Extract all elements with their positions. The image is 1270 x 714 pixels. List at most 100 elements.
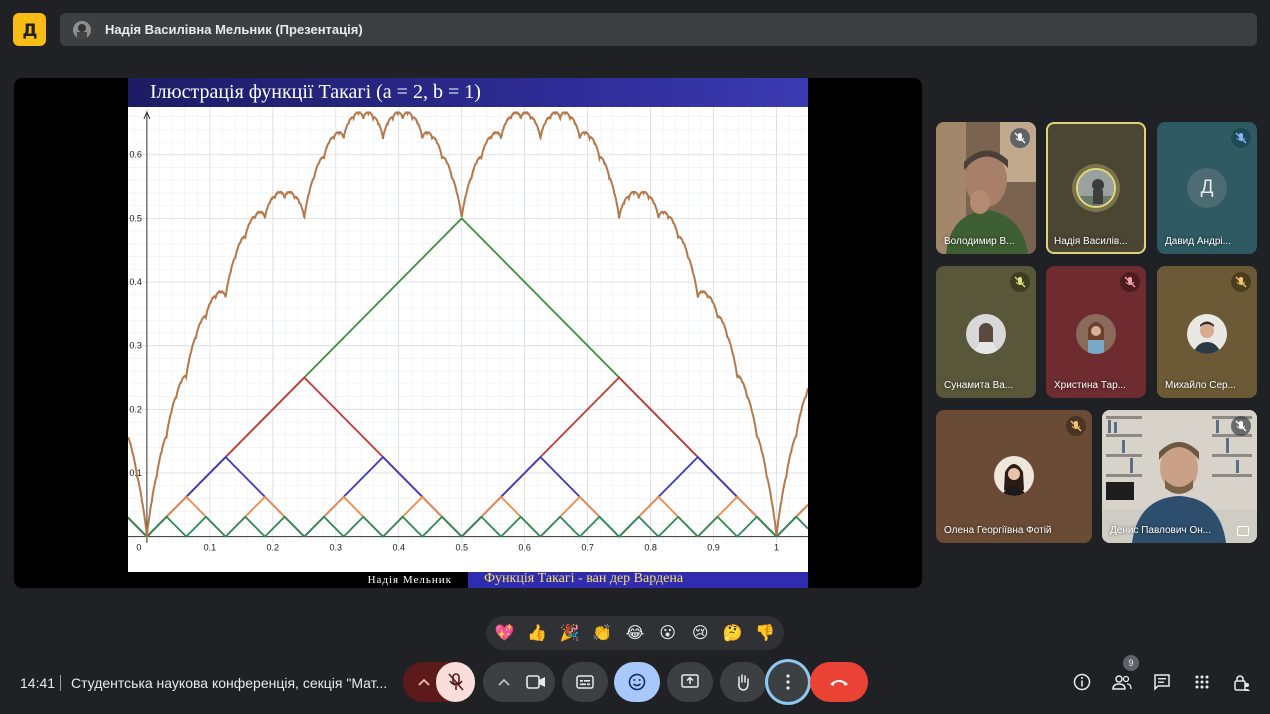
participant-tile[interactable]: Олена Георгіївна Фотій — [936, 410, 1092, 543]
y-tick-label: 0.2 — [129, 404, 142, 414]
reaction-thinking[interactable]: 🤔 — [719, 623, 747, 643]
people-button[interactable] — [1107, 667, 1137, 697]
phone-hangup-icon — [830, 680, 848, 686]
participant-name: Денис Павлович Он... — [1110, 525, 1212, 536]
participant-name: Володимир В... — [944, 236, 1015, 247]
y-tick-label: 0.3 — [129, 341, 142, 351]
topic-label: Функція Такагі - ван дер Вардена — [484, 571, 684, 586]
svg-text:Д: Д — [22, 21, 37, 41]
mic-toggle-button[interactable] — [436, 662, 475, 702]
chat-button[interactable] — [1147, 667, 1177, 697]
participant-tile[interactable]: Христина Тар... — [1046, 266, 1146, 398]
mic-control-group — [403, 662, 475, 702]
chat-icon — [1154, 674, 1170, 691]
mic-muted-icon — [1066, 416, 1086, 436]
raise-hand-button[interactable] — [720, 662, 766, 702]
clock: 14:41 — [20, 675, 56, 691]
x-tick-label: 0.4 — [392, 543, 405, 553]
x-tick-label: 0.6 — [518, 543, 531, 553]
avatar — [966, 314, 1006, 354]
camera-toggle-button[interactable] — [516, 662, 555, 702]
participant-name: Олена Георгіївна Фотій — [944, 525, 1052, 536]
host-controls-button[interactable] — [1227, 667, 1257, 697]
mic-muted-icon — [1231, 416, 1251, 436]
x-tick-label: 0.5 — [455, 543, 468, 553]
chevron-up-icon[interactable] — [409, 667, 439, 697]
participant-tile[interactable]: Михайло Сер... — [1157, 266, 1257, 398]
reaction-laugh[interactable]: 😂 — [621, 623, 649, 643]
y-tick-label: 0.4 — [129, 277, 142, 287]
x-tick-label: 0.7 — [581, 543, 594, 553]
participant-tile[interactable]: Сунамита Ва... — [936, 266, 1036, 398]
x-tick-label: 0.2 — [267, 543, 280, 553]
present-screen-button[interactable] — [667, 662, 713, 702]
avatar — [1187, 314, 1227, 354]
lock-person-icon — [1234, 675, 1250, 691]
avatar — [994, 456, 1034, 496]
participant-name: Надія Василів... — [1054, 236, 1128, 247]
app-logo: Д — [13, 13, 46, 46]
participant-name: Сунамита Ва... — [944, 380, 1014, 391]
participant-initial: Д — [1187, 168, 1227, 208]
reactions-button[interactable] — [614, 662, 660, 702]
divider — [60, 675, 61, 691]
author-label: Надія Мельник — [367, 574, 452, 586]
reaction-thumbs-down[interactable]: 👎 — [751, 623, 779, 643]
presenter-avatar — [73, 20, 91, 39]
x-tick-label: 0 — [136, 543, 141, 553]
reaction-thumbs-up[interactable]: 👍 — [523, 623, 551, 643]
presentation-stage[interactable]: Ілюстрація функції Такагі (a = 2, b = 1)… — [14, 78, 922, 588]
participant-tile-speaking[interactable]: Надія Василів... — [1046, 122, 1146, 254]
reactions-bar: 💖 👍 🎉 👏 😂 😮 😢 🤔 👎 — [486, 616, 784, 650]
participant-tile[interactable]: Володимир В... — [936, 122, 1036, 254]
more-options-button[interactable] — [768, 662, 808, 702]
participant-tile[interactable]: Д Давид Андрі... — [1157, 122, 1257, 254]
smiley-icon — [628, 673, 646, 691]
x-tick-label: 0.1 — [204, 543, 217, 553]
slide-footer-author: Надія Мельник — [128, 572, 468, 588]
camera-control-group — [483, 662, 555, 702]
slide-footer-topic: Функція Такагі - ван дер Вардена — [468, 571, 808, 588]
end-call-button[interactable] — [810, 662, 868, 702]
people-count-badge: 9 — [1123, 655, 1139, 671]
x-tick-label: 0.3 — [330, 543, 343, 553]
captions-button[interactable] — [562, 662, 608, 702]
mic-off-icon — [447, 673, 464, 691]
reaction-party[interactable]: 🎉 — [556, 623, 584, 643]
reaction-surprised[interactable]: 😮 — [654, 623, 682, 643]
participant-name: Давид Андрі... — [1165, 236, 1231, 247]
takagi-chart: 0 0.1 0.2 0.3 0.4 0.5 0.6 0.7 0.8 0.9 10.10.20.30.… — [128, 107, 808, 572]
mic-muted-icon — [1231, 272, 1251, 292]
reaction-heart[interactable]: 💖 — [491, 623, 519, 643]
x-tick-label: 0.9 — [707, 543, 720, 553]
x-tick-label: 0.8 — [644, 543, 657, 553]
mic-muted-icon — [1010, 272, 1030, 292]
slide: Ілюстрація функції Такагі (a = 2, b = 1)… — [128, 78, 808, 588]
chevron-up-icon[interactable] — [489, 667, 519, 697]
pin-tile-icon[interactable] — [1237, 526, 1249, 536]
presentation-bar[interactable]: Надія Василівна Мельник (Презентація) — [60, 13, 1257, 46]
avatar — [1076, 314, 1116, 354]
present-icon — [681, 674, 699, 688]
reaction-clap[interactable]: 👏 — [588, 623, 616, 643]
meeting-name: Студентська наукова конференція, секція … — [71, 675, 388, 691]
app-logo-icon: Д — [22, 21, 37, 41]
mic-muted-icon — [1010, 128, 1030, 148]
captions-icon — [576, 675, 594, 689]
mic-muted-icon — [1231, 128, 1251, 148]
slide-title: Ілюстрація функції Такагі (a = 2, b = 1) — [150, 81, 481, 103]
participant-name: Христина Тар... — [1054, 380, 1126, 391]
slide-header: Ілюстрація функції Такагі (a = 2, b = 1) — [128, 78, 808, 107]
x-tick-label: 1 — [774, 543, 779, 553]
avatar — [1076, 168, 1116, 208]
people-icon — [1112, 675, 1132, 690]
mic-muted-icon — [1120, 272, 1140, 292]
reaction-sad[interactable]: 😢 — [686, 623, 714, 643]
participant-tile[interactable]: Денис Павлович Он... — [1102, 410, 1257, 543]
activities-button[interactable] — [1187, 667, 1217, 697]
more-vert-icon — [786, 674, 790, 690]
y-tick-label: 0.5 — [129, 213, 142, 223]
participant-name: Михайло Сер... — [1165, 380, 1236, 391]
meeting-details-button[interactable] — [1067, 667, 1097, 697]
info-icon — [1073, 673, 1091, 691]
